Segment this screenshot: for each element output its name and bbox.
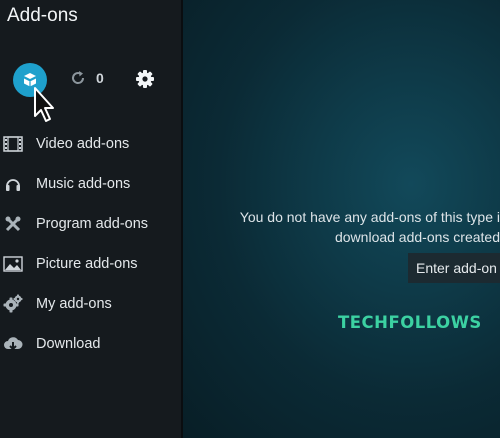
sidebar-item-label: Picture add-ons (36, 256, 138, 272)
refresh-button[interactable] (69, 69, 87, 87)
sidebar-item-picture[interactable]: Picture add-ons (0, 244, 183, 284)
image-icon (3, 254, 23, 274)
sidebar-item-my-addons[interactable]: My add-ons (0, 284, 183, 324)
sidebar-item-program[interactable]: Program add-ons (0, 204, 183, 244)
watermark: TECHFOLLOWS (338, 313, 482, 332)
sidebar-item-label: Video add-ons (36, 136, 130, 152)
tools-icon (3, 214, 23, 234)
update-count: 0 (96, 70, 104, 86)
mouse-cursor-icon (34, 87, 54, 122)
sidebar-item-music[interactable]: Music add-ons (0, 164, 183, 204)
page-title: Add-ons (7, 5, 78, 26)
sidebar-item-label: Program add-ons (36, 216, 149, 232)
sidebar-item-download[interactable]: Download (0, 324, 183, 364)
cloud-download-icon (3, 334, 23, 354)
sidebar-item-label: Download (36, 336, 101, 352)
enter-addon-browser-button[interactable]: Enter add-on b (408, 253, 500, 283)
sidebar-item-label: My add-ons (36, 296, 112, 312)
empty-state-message: You do not have any add-ons of this type… (200, 207, 500, 247)
film-icon (3, 134, 23, 154)
sidebar-item-label: Music add-ons (36, 176, 131, 192)
refresh-icon (72, 71, 85, 84)
sidebar-item-video[interactable]: Video add-ons (0, 124, 183, 164)
gears-icon (3, 294, 23, 314)
settings-button[interactable] (134, 68, 156, 90)
empty-message-line-2: download add-ons created (334, 229, 500, 245)
empty-message-line-1: You do not have any add-ons of this type… (239, 209, 500, 225)
headphones-icon (3, 174, 23, 194)
gear-icon (136, 70, 154, 88)
